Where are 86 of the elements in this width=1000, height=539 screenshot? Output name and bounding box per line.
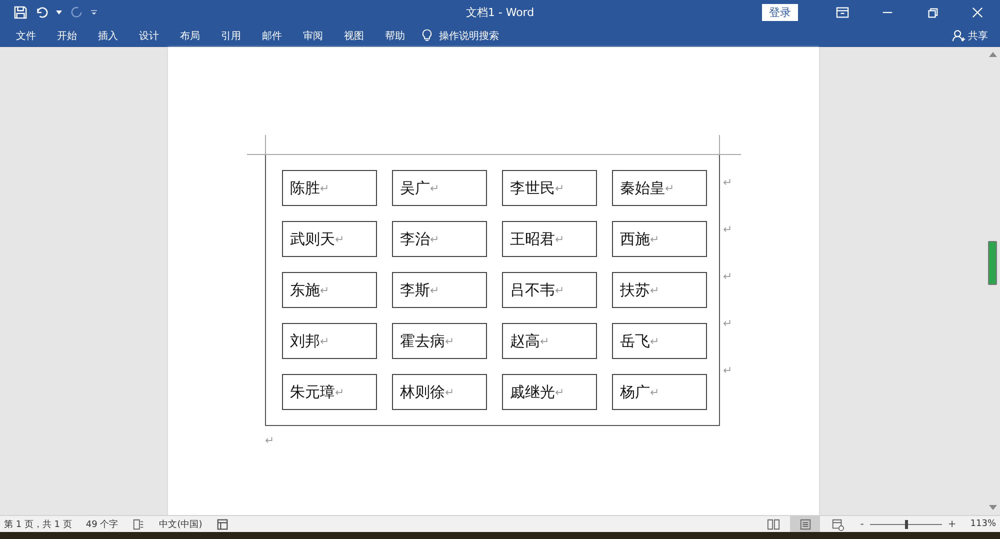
customize-icon[interactable]	[91, 10, 97, 14]
paragraph-mark: ↵	[335, 386, 344, 398]
book-icon	[766, 518, 780, 530]
page-count[interactable]: 第 1 页，共 1 页	[4, 518, 72, 530]
cell-text: 东施	[290, 280, 320, 300]
macro-icon[interactable]	[216, 518, 230, 530]
proofing-icon[interactable]	[132, 518, 146, 530]
close-icon[interactable]	[971, 6, 984, 18]
caret-icon[interactable]	[56, 10, 62, 14]
redo-icon[interactable]	[70, 6, 83, 18]
zoom-in-button[interactable]: +	[948, 518, 956, 530]
cell-text: 岳飞	[620, 332, 650, 350]
sign-in-button[interactable]: 登录	[762, 4, 798, 20]
save-icon[interactable]	[14, 6, 27, 18]
ribbon-tab[interactable]: 开始	[49, 24, 85, 47]
cell-text: 李斯	[400, 280, 430, 300]
cell-text: 王昭君	[510, 230, 555, 248]
scroll-down-icon[interactable]	[988, 505, 996, 511]
paragraph-mark: ↵	[665, 182, 674, 194]
restore-icon[interactable]	[926, 6, 939, 18]
cell-text: 武则天	[290, 230, 335, 248]
paragraph-mark: ↵	[555, 182, 564, 194]
cell-text: 杨广	[620, 382, 650, 402]
paragraph-mark: ↵	[445, 334, 454, 348]
cell-text: 林则徐	[400, 382, 445, 402]
paragraph-mark: ↵	[445, 386, 454, 398]
row-end-mark: ↵	[723, 317, 732, 330]
row-end-mark: ↵	[723, 176, 732, 189]
zoom-out-button[interactable]: -	[860, 518, 864, 530]
zoom-level[interactable]: 113%	[970, 519, 996, 529]
ribbon-tab[interactable]: 视图	[336, 24, 372, 47]
zoom-slider-thumb[interactable]	[904, 520, 908, 528]
ribbon-tab[interactable]: 文件	[8, 24, 44, 47]
view-button[interactable]	[790, 516, 820, 532]
tell-me-search[interactable]: 操作说明搜索	[439, 28, 499, 42]
language-indicator[interactable]: 中文(中国)	[159, 518, 202, 530]
ribbon-tab[interactable]: 插入	[90, 24, 126, 47]
cell-text: 刘邦	[290, 332, 320, 350]
paragraph-mark: ↵	[555, 232, 564, 246]
ribbon-tab[interactable]: 邮件	[254, 24, 290, 47]
cell-text: 秦始皇	[620, 178, 665, 198]
row-end-mark: ↵	[723, 270, 732, 283]
cell-text: 陈胜	[290, 178, 320, 198]
share-button[interactable]: 共享	[968, 28, 988, 42]
ribbon-tab[interactable]: 审阅	[295, 24, 331, 47]
row-end-mark: ↵	[723, 364, 732, 377]
cell-text: 西施	[620, 230, 650, 248]
cell-text: 李治	[400, 230, 430, 248]
lightbulb-icon[interactable]	[422, 29, 432, 42]
ribbon-tab[interactable]: 设计	[131, 24, 167, 47]
window-title: 文档1 - Word	[466, 4, 534, 20]
paragraph-mark: ↵	[650, 386, 660, 398]
cell-text: 扶苏	[620, 280, 650, 300]
paragraph-mark: ↵	[430, 182, 440, 194]
scroll-up-icon[interactable]	[988, 51, 996, 57]
paragraph-mark: ↵	[650, 232, 660, 246]
undo-icon[interactable]	[35, 6, 48, 18]
paragraph-mark: ↵	[650, 334, 660, 348]
person-icon[interactable]	[952, 29, 965, 42]
paragraph-mark: ↵	[320, 182, 330, 194]
paragraph-mark: ↵	[430, 284, 440, 296]
paragraph-mark: ↵	[540, 334, 550, 348]
paragraph-mark: ↵	[430, 232, 440, 246]
ribbon-display-icon[interactable]	[836, 6, 849, 18]
ribbon-tab[interactable]: 布局	[172, 24, 208, 47]
ribbon-tab[interactable]: 引用	[213, 24, 249, 47]
paragraph-mark: ↵	[335, 232, 344, 246]
paragraph-mark: ↵	[650, 284, 660, 296]
paragraph-mark: ↵	[555, 284, 564, 296]
cell-text: 戚继光	[510, 382, 555, 402]
scroll-thumb[interactable]	[988, 241, 997, 285]
cell-text: 霍去病	[400, 332, 445, 350]
cell-text: 朱元璋	[290, 382, 335, 402]
cell-text: 李世民	[510, 178, 555, 198]
cell-text: 赵高	[510, 332, 540, 350]
word-count[interactable]: 49 个字	[86, 518, 118, 530]
row-end-mark: ↵	[723, 223, 732, 236]
paragraph-mark: ↵	[320, 334, 330, 348]
cell-text: 吴广	[400, 178, 430, 198]
paragraph-mark: ↵	[320, 284, 330, 296]
page-icon	[798, 518, 812, 530]
cell-text: 吕不韦	[510, 280, 555, 300]
paragraph-mark: ↵	[555, 386, 564, 398]
ribbon-tab[interactable]: 帮助	[377, 24, 413, 47]
globe-page-icon	[830, 518, 844, 530]
paragraph-mark: ↵	[265, 434, 274, 447]
